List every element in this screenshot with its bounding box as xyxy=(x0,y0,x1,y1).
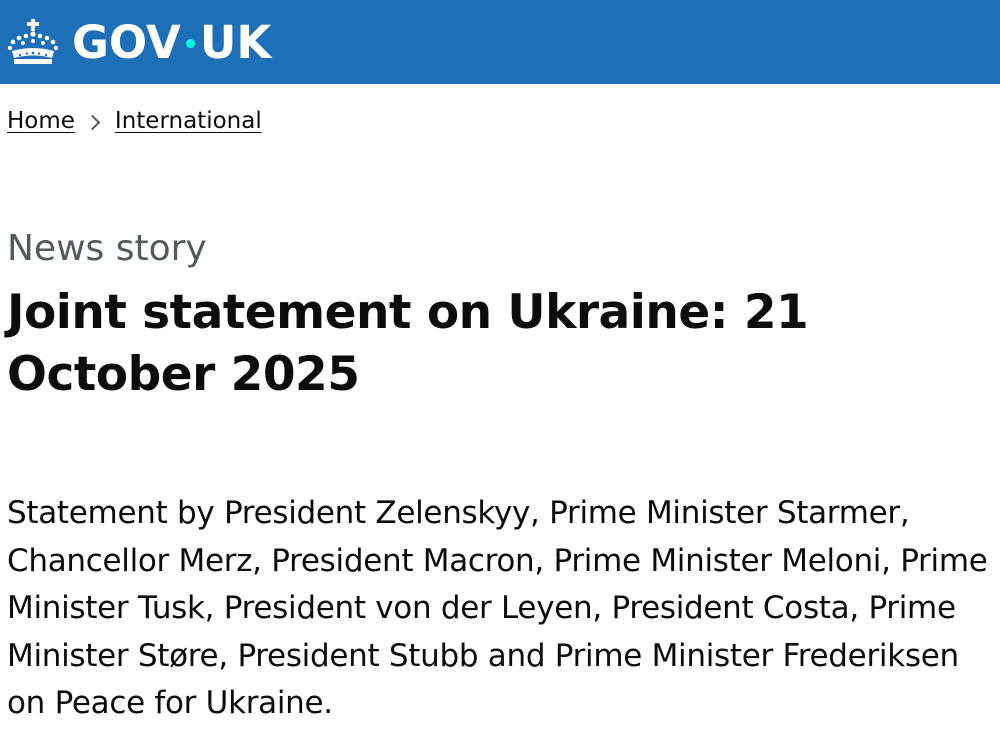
breadcrumb-link-home[interactable]: Home xyxy=(7,108,75,134)
logo-dot-icon xyxy=(185,38,195,48)
govuk-header: GOV UK xyxy=(0,0,1000,84)
breadcrumb: Home International xyxy=(7,108,262,134)
govuk-logotype: GOV UK xyxy=(72,20,271,65)
chevron-right-icon xyxy=(84,114,101,130)
govuk-logo-link[interactable]: GOV UK xyxy=(6,17,271,67)
article-summary: Statement by President Zelenskyy, Prime … xyxy=(7,495,988,721)
logo-text-gov: GOV xyxy=(72,15,181,69)
crown-icon xyxy=(7,19,59,64)
content-type-caption: News story xyxy=(7,228,207,269)
breadcrumb-link-international[interactable]: International xyxy=(115,108,262,134)
page-title: Joint statement on Ukraine: 21 October 2… xyxy=(7,285,809,402)
logo-text-uk: UK xyxy=(199,15,272,69)
